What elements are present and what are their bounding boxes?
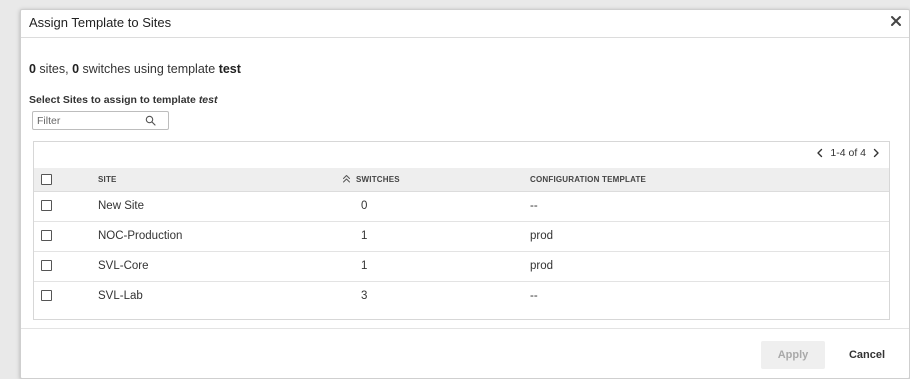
switches-text: switches using template [79, 62, 219, 76]
summary-template-name: test [218, 62, 241, 76]
chevron-right-icon[interactable] [871, 148, 881, 158]
row-checkbox[interactable] [41, 260, 52, 271]
sites-table-card: 1-4 of 4 SITE SWITCHES CONFIGURATION TEM… [33, 141, 890, 320]
dialog-title: Assign Template to Sites [29, 15, 172, 30]
table-row[interactable]: NOC-Production 1 prod [34, 222, 889, 252]
row-configuration-template: prod [530, 230, 554, 242]
row-site: NOC-Production [98, 230, 183, 242]
header-configuration-template[interactable]: CONFIGURATION TEMPLATE [530, 175, 646, 184]
switches-count: 0 [72, 62, 80, 76]
row-switches: 1 [361, 260, 368, 272]
table-header: SITE SWITCHES CONFIGURATION TEMPLATE [34, 168, 889, 192]
row-site: New Site [98, 200, 145, 212]
pagination: 1-4 of 4 [815, 147, 881, 159]
select-sites-label: Select Sites to assign to template test [29, 94, 218, 106]
apply-button[interactable]: Apply [761, 341, 825, 369]
row-checkbox[interactable] [41, 200, 52, 211]
row-configuration-template: -- [530, 200, 538, 212]
row-site: SVL-Lab [98, 290, 143, 302]
table-row[interactable]: New Site 0 -- [34, 192, 889, 222]
assignment-summary: 0 sites, 0 switches using template test [29, 62, 241, 76]
row-checkbox[interactable] [41, 290, 52, 301]
chevron-left-icon[interactable] [815, 148, 825, 158]
row-site: SVL-Core [98, 260, 149, 272]
dialog-header: Assign Template to Sites [21, 10, 909, 38]
select-all-checkbox[interactable] [41, 174, 52, 185]
filter-box [32, 111, 169, 130]
pagination-text: 1-4 of 4 [830, 147, 866, 159]
row-configuration-template: -- [530, 290, 538, 302]
sites-count: 0 [29, 62, 36, 76]
header-site[interactable]: SITE [98, 175, 117, 184]
select-label-prefix: Select Sites to assign to template [29, 94, 199, 106]
close-icon[interactable] [887, 12, 905, 30]
sort-ascending-icon[interactable] [342, 174, 351, 183]
footer-divider [21, 328, 909, 329]
sites-text: sites, [35, 62, 73, 76]
filter-input[interactable] [37, 113, 137, 128]
row-switches: 0 [361, 200, 368, 212]
row-checkbox[interactable] [41, 230, 52, 241]
cancel-button[interactable]: Cancel [837, 341, 897, 369]
header-switches[interactable]: SWITCHES [356, 175, 400, 184]
table-row[interactable]: SVL-Lab 3 -- [34, 282, 889, 311]
row-configuration-template: prod [530, 260, 554, 272]
row-switches: 1 [361, 230, 368, 242]
select-label-template-name: test [198, 94, 218, 106]
table-row[interactable]: SVL-Core 1 prod [34, 252, 889, 282]
assign-template-dialog: Assign Template to Sites 0 sites, 0 swit… [20, 9, 910, 379]
search-icon [145, 115, 156, 126]
row-switches: 3 [361, 290, 368, 302]
